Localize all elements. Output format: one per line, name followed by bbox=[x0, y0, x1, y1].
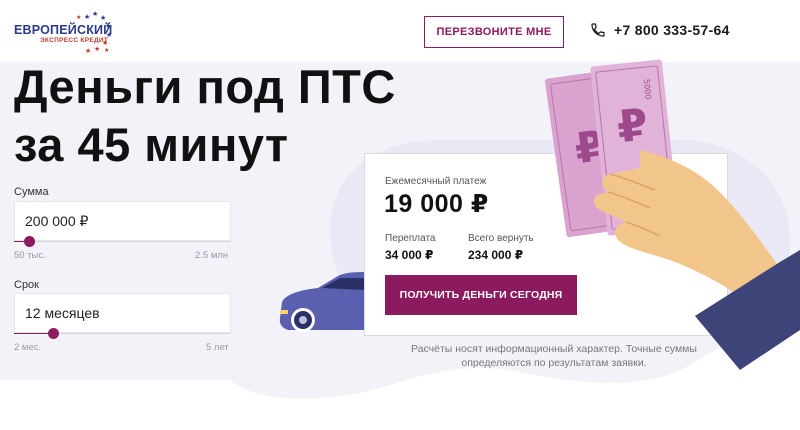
header: ★ ★ ★ ★ ★ ★ ★ ★ ★ ★ ЕВРОПЕЙСКИЙ ЭКСПРЕСС… bbox=[0, 0, 800, 62]
svg-text:★: ★ bbox=[104, 47, 109, 54]
calculation-card: Ежемесячный платеж 19 000 ₽ Переплата 34… bbox=[364, 153, 728, 336]
logo[interactable]: ★ ★ ★ ★ ★ ★ ★ ★ ★ ★ ЕВРОПЕЙСКИЙ ЭКСПРЕСС… bbox=[14, 10, 114, 56]
total-label: Всего вернуть bbox=[468, 233, 534, 244]
amount-slider[interactable] bbox=[14, 236, 231, 247]
term-slider[interactable] bbox=[14, 328, 231, 339]
monthly-payment-value: 19 000 ₽ bbox=[384, 190, 489, 218]
svg-text:★: ★ bbox=[76, 14, 81, 21]
logo-subtext: ЭКСПРЕСС КРЕДИТ bbox=[40, 37, 109, 44]
term-input[interactable]: 12 месяцев bbox=[14, 293, 231, 333]
term-label: Срок bbox=[14, 279, 39, 291]
svg-text:★: ★ bbox=[100, 14, 106, 22]
disclaimer-text: Расчёты носят информационный характер. Т… bbox=[411, 343, 697, 369]
svg-text:★: ★ bbox=[84, 13, 90, 21]
amount-label: Сумма bbox=[14, 186, 49, 198]
svg-text:★: ★ bbox=[92, 10, 98, 18]
callback-button[interactable]: ПЕРЕЗВОНИТЕ МНЕ bbox=[424, 16, 564, 48]
total-value: 234 000 ₽ bbox=[468, 248, 524, 262]
phone-icon bbox=[591, 23, 605, 37]
overpay-value: 34 000 ₽ bbox=[385, 248, 434, 262]
get-money-button[interactable]: ПОЛУЧИТЬ ДЕНЬГИ СЕГОДНЯ bbox=[385, 275, 577, 315]
amount-min: 50 тыс. bbox=[14, 250, 46, 261]
hero-title: Деньги под ПТС за 45 минут bbox=[14, 60, 396, 171]
monthly-payment-label: Ежемесячный платеж bbox=[385, 176, 487, 187]
term-max: 5 лет bbox=[206, 342, 229, 353]
amount-max: 2.5 млн bbox=[195, 250, 229, 261]
phone-number: +7 800 333-57-64 bbox=[614, 22, 730, 38]
logo-text: ЕВРОПЕЙСКИЙ bbox=[14, 23, 113, 37]
term-slider-thumb[interactable] bbox=[48, 328, 59, 339]
svg-text:★: ★ bbox=[85, 47, 91, 55]
svg-text:★: ★ bbox=[94, 45, 100, 53]
overpay-label: Переплата bbox=[385, 233, 436, 244]
term-min: 2 мес. bbox=[14, 342, 42, 353]
phone-link[interactable]: +7 800 333-57-64 bbox=[590, 22, 730, 38]
amount-slider-thumb[interactable] bbox=[24, 236, 35, 247]
amount-input[interactable]: 200 000 ₽ bbox=[14, 201, 231, 241]
